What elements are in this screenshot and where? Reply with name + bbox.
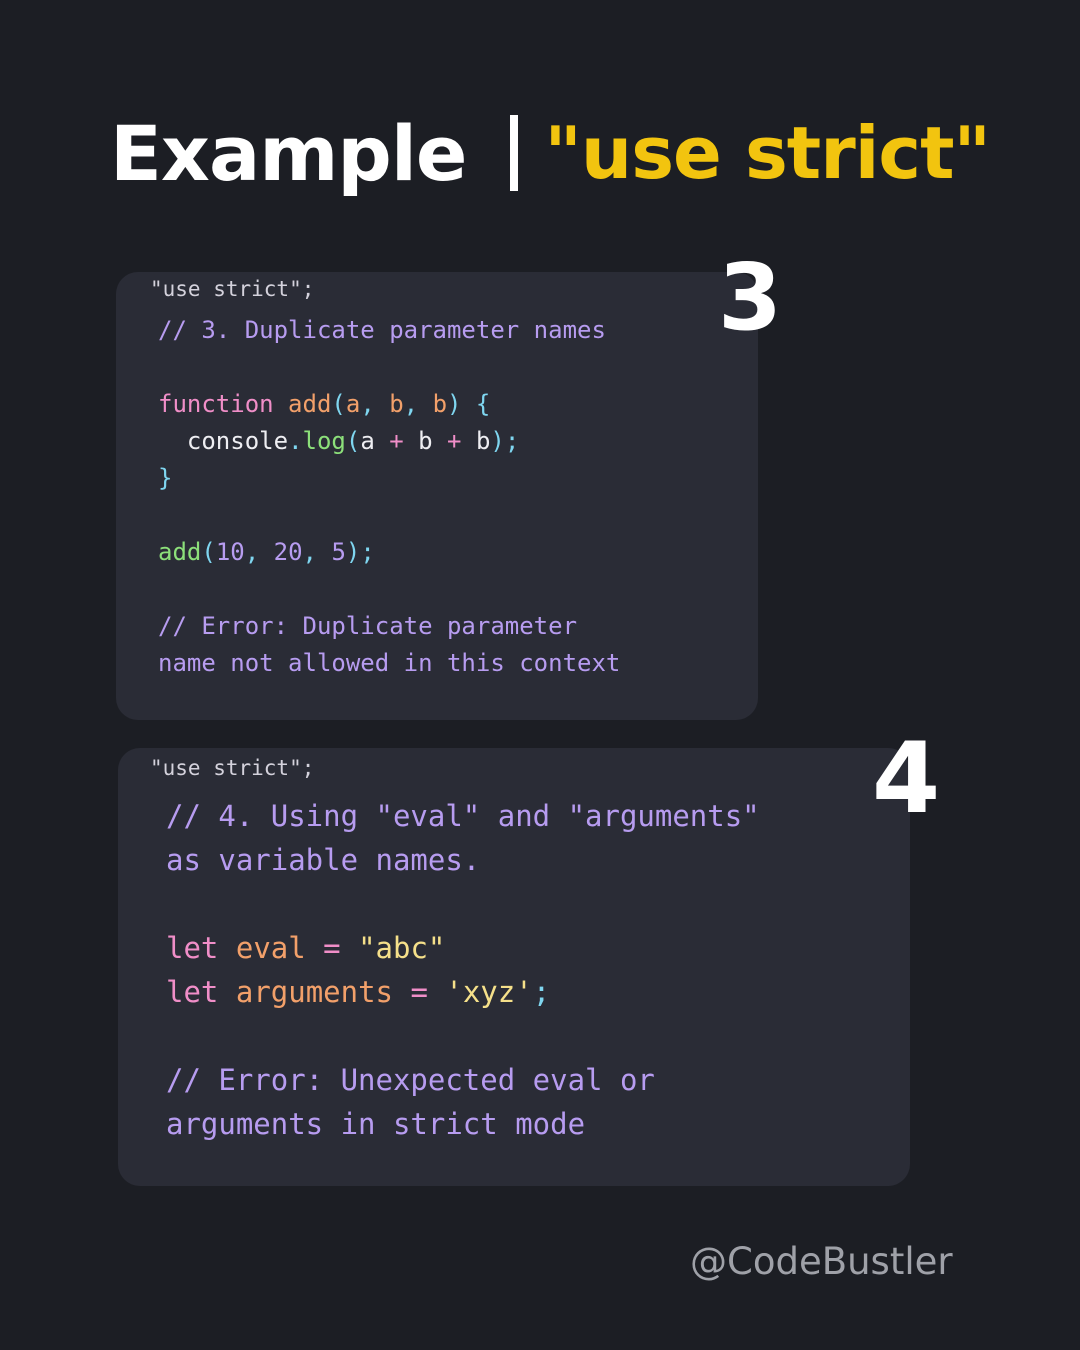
card-4-error-line-1: // Error: Unexpected eval or [166, 1063, 655, 1097]
card-4-directive: "use strict"; [150, 756, 315, 780]
card-3-function-line: function add(a, b, b) { [158, 390, 491, 418]
card-3-close-brace: } [158, 464, 173, 492]
card-3-number: 3 [718, 244, 783, 351]
title-separator [510, 115, 519, 191]
card-3-error-line-2: name not allowed in this context [158, 649, 621, 677]
title-text: Example [110, 108, 467, 198]
card-4-let-eval-line: let eval = "abc" [166, 931, 446, 965]
card-3-console-line: console.log(a + b + b); [186, 427, 520, 455]
page-title: Example "use strict" [110, 108, 991, 198]
card-3-call-line: add(10, 20, 5); [158, 538, 375, 566]
card-4-error-line-2: arguments in strict mode [166, 1107, 586, 1141]
card-4-comment-line-2: as variable names. [166, 843, 481, 877]
card-3-code: // 3. Duplicate parameter names function… [158, 312, 620, 682]
card-3-error-line-1: // Error: Duplicate parameter [158, 612, 578, 640]
card-3-comment: // 3. Duplicate parameter names [158, 316, 606, 344]
card-4-comment-line-1: // 4. Using "eval" and "arguments" [166, 799, 760, 833]
author-handle: @CodeBustler [690, 1240, 953, 1283]
card-4-code: // 4. Using "eval" and "arguments" as var… [166, 794, 760, 1146]
title-accent: "use strict" [544, 111, 991, 195]
card-3-directive: "use strict"; [150, 277, 315, 301]
card-4-let-arguments-line: let arguments = 'xyz'; [166, 975, 551, 1009]
card-4-number: 4 [872, 722, 941, 836]
